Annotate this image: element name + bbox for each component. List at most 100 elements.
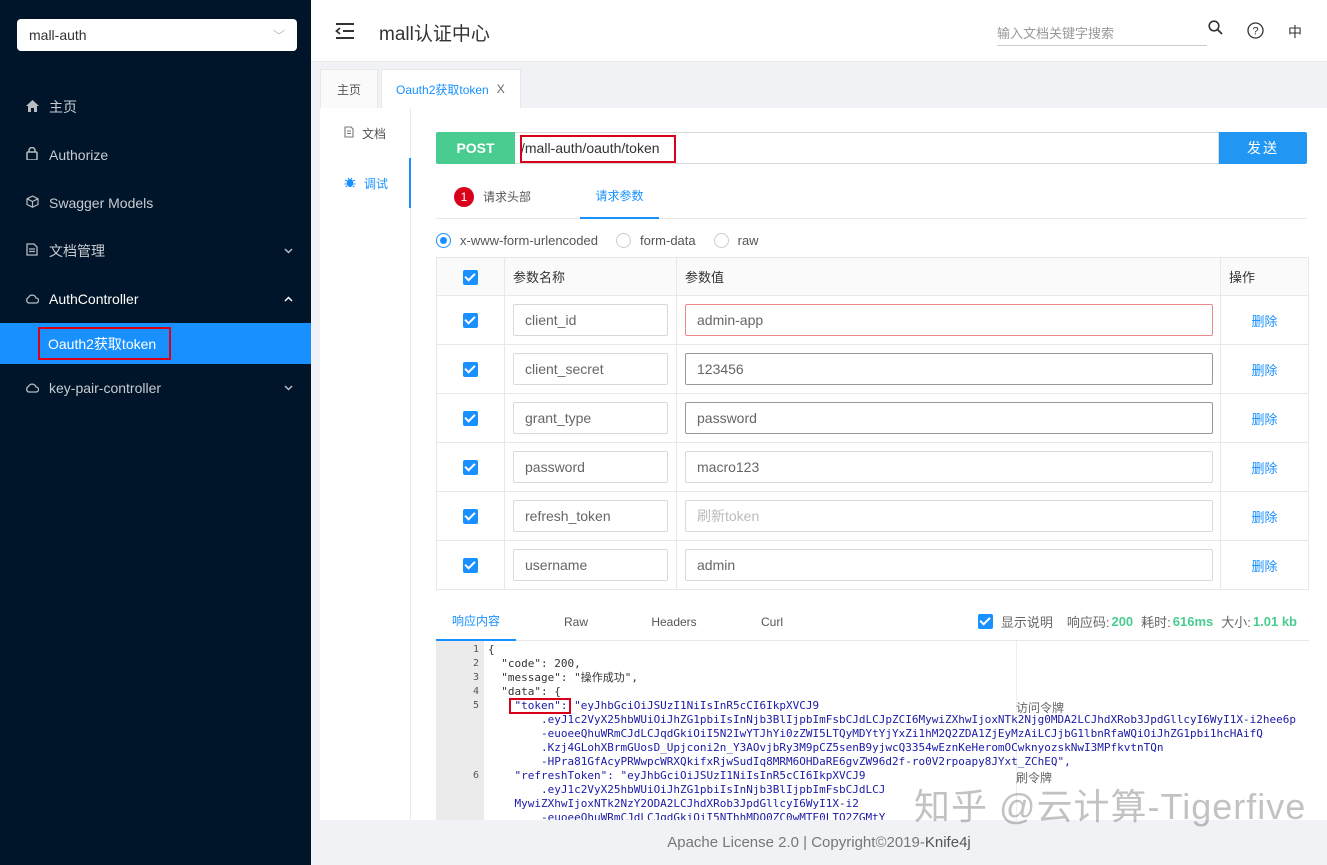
tab-request-headers[interactable]: 1 请求头部 [454,174,531,219]
response-tabs: 响应内容 Raw Headers Curl 显示说明 响应码: 200 耗时: … [436,602,1309,641]
search-input[interactable]: 输入文档关键字搜索 [997,18,1207,46]
table-row: refresh_token 刷新token 删除 [436,491,1309,541]
radio-form-data[interactable]: form-data [615,232,696,248]
search-placeholder: 输入文档关键字搜索 [997,26,1115,41]
chevron-down-icon [284,383,293,394]
checkbox-cell [436,344,505,394]
response-size: 1.01 kb [1252,614,1297,629]
cloud-icon [24,381,40,396]
main-content: 文档 调试 POST /mall-auth/oauth/token 发送 1 请… [320,108,1327,820]
app-title: mall认证中心 [379,24,490,45]
row-checkbox[interactable] [463,313,478,329]
radio-urlencoded[interactable]: x-www-form-urlencoded [436,232,598,248]
sidebar-item-key-pair-controller[interactable]: key-pair-controller [0,364,311,412]
radio-raw[interactable]: raw [713,232,759,248]
tab-response-raw[interactable]: Raw [536,602,616,641]
code-line: "message": "操作成功", [488,671,638,684]
radio-label: form-data [639,232,696,248]
name-cell: username [504,540,677,590]
search-icon[interactable] [1208,20,1223,39]
tab-oauth2-token[interactable]: Oauth2获取token X [381,69,521,108]
code-line: .eyJ1c2VyX25hbWUiOiJhZG1pbiIsInNjb3BlIjp… [488,713,1296,726]
sidebar-item-label: key-pair-controller [49,380,162,396]
table-row: client_secret 123456 删除 [436,344,1309,394]
tab-label: Oauth2获取token [396,82,489,97]
param-value-input[interactable]: password [685,402,1213,434]
delete-link[interactable]: 删除 [1220,295,1309,345]
param-value-input[interactable]: admin [685,549,1213,581]
param-value-input[interactable]: macro123 [685,451,1213,483]
radio-dot [713,232,729,248]
param-value-input[interactable]: 123456 [685,353,1213,385]
vtab-doc[interactable]: 文档 [320,108,410,158]
tab-bar: 主页 Oauth2获取token X [311,62,1327,108]
param-name-input[interactable]: password [513,451,668,483]
sidebar-item-label: AuthController [49,291,139,307]
tab-home[interactable]: 主页 [320,69,378,108]
token-annotation: 访问令牌 [1016,701,1065,715]
line-number: 5 [472,700,479,711]
param-name-input[interactable]: client_id [513,304,668,336]
url-input[interactable]: /mall-auth/oauth/token [515,132,1219,164]
menu-fold-icon[interactable] [335,22,355,40]
row-checkbox[interactable] [463,509,478,525]
vtab-debug[interactable]: 调试 [320,158,411,208]
param-value-input[interactable]: 刷新token [685,500,1213,532]
doc-icon [344,125,354,141]
checkbox-cell [436,295,505,345]
row-checkbox[interactable] [463,411,478,427]
param-name-input[interactable]: username [513,549,668,581]
name-cell: grant_type [504,393,677,443]
chevron-down-icon: ﹀ [272,28,285,43]
value-cell: admin [676,540,1221,590]
line-number: 3 [472,672,479,683]
status-code: 200 [1111,614,1134,629]
send-button[interactable]: 发送 [1219,132,1307,164]
sidebar-item-swagger-models[interactable]: Swagger Models [0,179,311,227]
close-icon[interactable]: X [497,82,505,96]
name-cell: client_id [504,295,677,345]
tab-response-headers[interactable]: Headers [634,602,714,641]
delete-link[interactable]: 删除 [1220,344,1309,394]
param-name-input[interactable]: refresh_token [513,500,668,532]
cube-icon [24,195,40,211]
param-name-input[interactable]: client_secret [513,353,668,385]
row-checkbox[interactable] [463,362,478,378]
sidebar-item-doc-management[interactable]: 文档管理 [0,227,311,275]
code-line: "code": 200, [488,657,581,670]
checkbox-cell [436,393,505,443]
delete-link[interactable]: 删除 [1220,442,1309,492]
delete-link[interactable]: 删除 [1220,393,1309,443]
delete-link[interactable]: 删除 [1220,540,1309,590]
status-code-label: 响应码: [1066,615,1110,630]
select-all-checkbox[interactable] [463,269,478,285]
tab-label: 请求头部 [483,190,532,204]
sidebar-item-authcontroller[interactable]: AuthController [0,275,311,323]
show-desc-checkbox[interactable] [977,614,993,629]
line-number: 4 [472,686,479,697]
line-number: 1 [472,644,479,655]
sidebar-item-oauth2-token[interactable]: Oauth2获取token [0,323,311,364]
header: mall认证中心 输入文档关键字搜索 ? 中 [311,0,1327,62]
sidebar-item-authorize[interactable]: Authorize [0,131,311,179]
tab-request-params[interactable]: 请求参数 [580,174,659,219]
row-checkbox[interactable] [463,460,478,476]
doc-icon [24,243,40,259]
param-name-input[interactable]: grant_type [513,402,668,434]
param-value-input[interactable]: admin-app [685,304,1213,336]
delete-link[interactable]: 删除 [1220,491,1309,541]
sidebar-item-label: Swagger Models [49,195,154,211]
project-select[interactable]: mall-auth ﹀ [17,19,297,51]
select-all-cell [436,257,505,296]
value-cell: 123456 [676,344,1221,394]
tab-response-curl[interactable]: Curl [732,602,812,641]
vtab-label: 调试 [364,176,389,191]
tab-response-content[interactable]: 响应内容 [436,602,516,641]
highlight-box [38,327,171,360]
row-checkbox[interactable] [463,558,478,574]
help-icon[interactable]: ? [1247,22,1264,43]
language-switch[interactable]: 中 [1288,22,1302,42]
sidebar-item-label: 文档管理 [49,243,105,259]
chevron-down-icon [284,246,293,257]
sidebar-item-home[interactable]: 主页 [0,83,311,131]
